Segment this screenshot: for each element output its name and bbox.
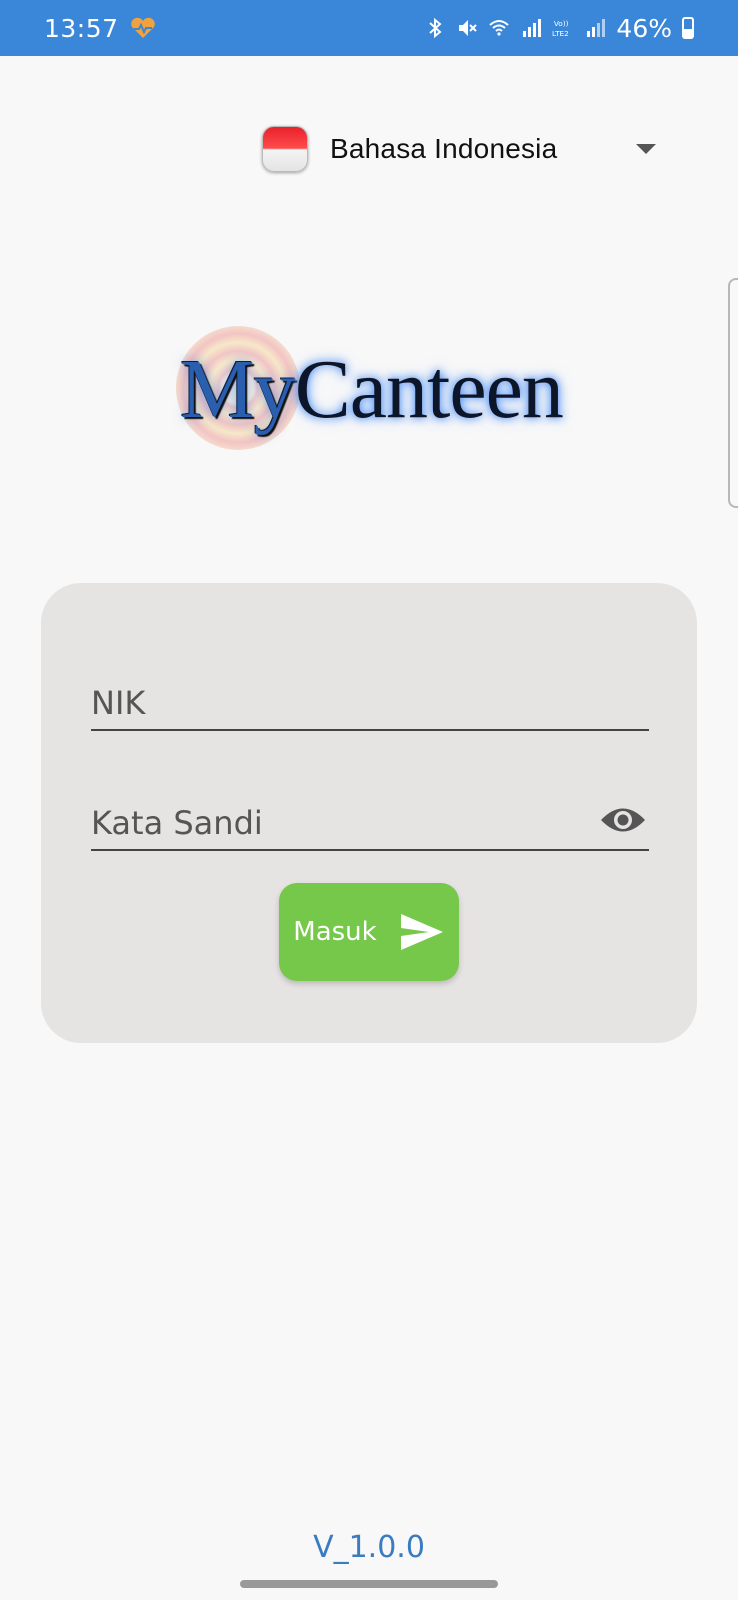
mute-icon — [459, 20, 478, 36]
wifi-icon — [489, 20, 510, 36]
nik-field — [91, 671, 649, 731]
status-time: 13:57 — [44, 13, 119, 43]
status-right: Vo)) LTE2 46% — [424, 14, 694, 43]
indonesia-flag-icon — [262, 126, 308, 172]
bluetooth-icon — [429, 17, 442, 39]
battery-percent: 46% — [616, 13, 672, 43]
edge-panel-handle[interactable] — [728, 278, 738, 508]
language-label: Bahasa Indonesia — [330, 133, 558, 164]
chevron-down-icon — [636, 144, 656, 154]
status-bar: 13:57 Vo)) LTE2 46% — [0, 0, 738, 56]
login-button-label: Masuk — [293, 917, 377, 947]
gesture-nav-bar[interactable] — [240, 1580, 498, 1588]
nik-input[interactable] — [91, 671, 649, 729]
eye-icon[interactable] — [599, 803, 647, 837]
login-button[interactable]: Masuk — [279, 883, 459, 981]
battery-icon — [682, 17, 694, 39]
logo-text: MyCanteen — [180, 340, 564, 440]
svg-text:Vo)): Vo)) — [554, 19, 569, 28]
signal-icon — [587, 19, 606, 37]
logo-text-canteen: Canteen — [294, 343, 564, 436]
login-card: Masuk — [41, 583, 697, 1043]
app-version: V_1.0.0 — [313, 1530, 425, 1565]
app-logo: MyCanteen — [170, 320, 570, 460]
status-left: 13:57 — [44, 14, 157, 43]
signal-icon — [523, 19, 542, 37]
heart-activity-icon — [130, 17, 155, 38]
password-input[interactable] — [91, 791, 649, 849]
password-field — [91, 791, 649, 851]
svg-text:LTE2: LTE2 — [552, 29, 569, 38]
volte-lte2-icon: Vo)) LTE2 — [552, 19, 569, 38]
send-icon — [400, 914, 443, 950]
language-dropdown[interactable]: Bahasa Indonesia — [262, 124, 662, 174]
logo-text-my: My — [180, 343, 296, 436]
